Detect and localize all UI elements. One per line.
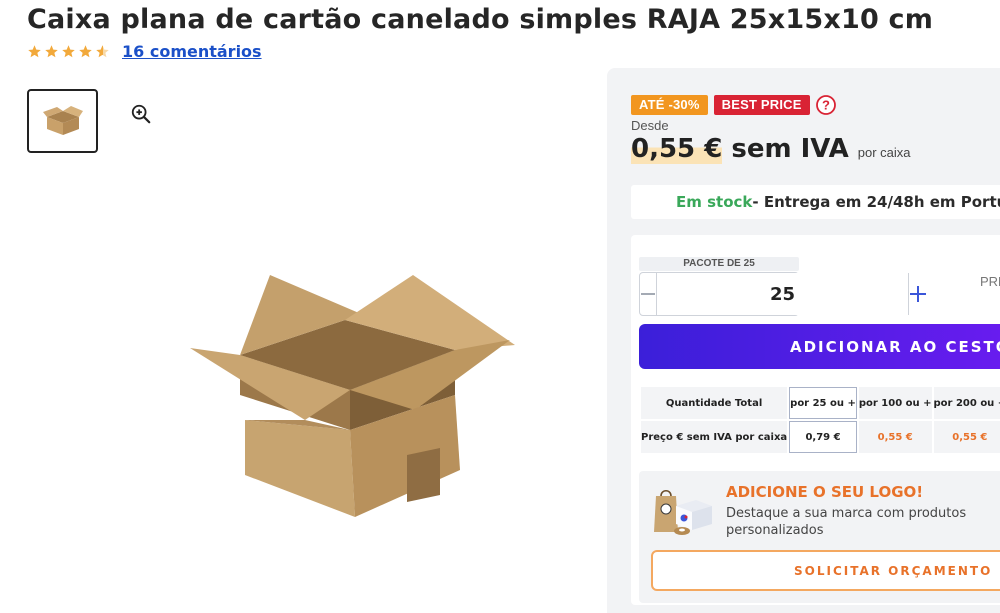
logo-promo-description: Destaque a sua marca com produtos person… bbox=[726, 506, 967, 538]
tier-price-cell[interactable]: 0,55 € bbox=[933, 421, 1000, 453]
increase-quantity-button[interactable] bbox=[909, 273, 927, 315]
star-icon bbox=[79, 45, 92, 58]
delivery-info: - Entrega em 24/48h em Portugal c bbox=[752, 193, 1000, 211]
stock-status: Em stock - Entrega em 24/48h em Portugal… bbox=[631, 185, 1000, 219]
box-thumbnail-icon bbox=[42, 106, 83, 135]
price-unit: por caixa bbox=[857, 145, 911, 160]
zoom-in-icon[interactable] bbox=[130, 103, 152, 125]
request-quote-button[interactable]: SOLICITAR ORÇAMENTO bbox=[651, 550, 1000, 591]
price-amount: 0,55 € bbox=[631, 134, 723, 164]
star-icon bbox=[62, 45, 75, 58]
reviews-link[interactable]: 16 comentários bbox=[122, 42, 262, 61]
decrease-quantity-button[interactable] bbox=[640, 273, 656, 315]
add-to-cart-button[interactable]: ADICIONAR AO CESTO bbox=[639, 324, 1000, 369]
question-circle-icon[interactable]: ? bbox=[815, 95, 836, 115]
quantity-input[interactable] bbox=[656, 273, 909, 315]
price-tax-label: sem IVA bbox=[731, 134, 849, 164]
tier-header-label: Quantidade Total bbox=[641, 387, 788, 419]
price: 0,55 € sem IVA por caixa bbox=[631, 134, 911, 164]
rating: 16 comentários bbox=[27, 42, 262, 61]
table-row: Preço € sem IVA por caixa 0,79 € 0,55 € … bbox=[641, 421, 1000, 453]
tier-column-header[interactable]: por 25 ou + bbox=[789, 387, 857, 419]
discount-badge: ATÉ -30% bbox=[631, 95, 708, 115]
table-row: Quantidade Total por 25 ou + por 100 ou … bbox=[641, 387, 1000, 419]
price-from-label: Desde bbox=[631, 118, 669, 133]
custom-packaging-icon bbox=[654, 489, 712, 535]
svg-text:?: ? bbox=[822, 98, 830, 113]
total-price-label: PRE bbox=[980, 274, 1000, 289]
star-half-icon bbox=[96, 45, 109, 58]
best-price-badge: BEST PRICE bbox=[713, 95, 810, 115]
rating-stars bbox=[27, 44, 110, 59]
tier-column-header[interactable]: por 100 ou + bbox=[858, 387, 932, 419]
product-title: Caixa plana de cartão canelado simples R… bbox=[27, 4, 934, 35]
tier-price-cell[interactable]: 0,79 € bbox=[789, 421, 857, 453]
minus-icon bbox=[641, 293, 655, 295]
price-value: 0,55 € sem IVA bbox=[631, 134, 849, 164]
logo-promo-title: ADICIONE O SEU LOGO! bbox=[726, 483, 924, 501]
product-image bbox=[190, 275, 515, 517]
pack-size-label: PACOTE DE 25 bbox=[639, 257, 799, 271]
tier-column-header[interactable]: por 200 ou + bbox=[933, 387, 1000, 419]
gallery-thumbnail[interactable] bbox=[27, 89, 98, 153]
star-icon bbox=[45, 45, 58, 58]
quantity-stepper bbox=[639, 272, 926, 316]
tier-price-label: Preço € sem IVA por caixa bbox=[641, 421, 788, 453]
price-badges: ATÉ -30% BEST PRICE ? bbox=[631, 95, 836, 115]
tier-price-cell[interactable]: 0,55 € bbox=[858, 421, 932, 453]
in-stock-label: Em stock bbox=[676, 193, 753, 211]
star-icon bbox=[28, 45, 41, 58]
plus-icon bbox=[910, 286, 926, 302]
tier-pricing-table: Quantidade Total por 25 ou + por 100 ou … bbox=[639, 385, 1000, 455]
